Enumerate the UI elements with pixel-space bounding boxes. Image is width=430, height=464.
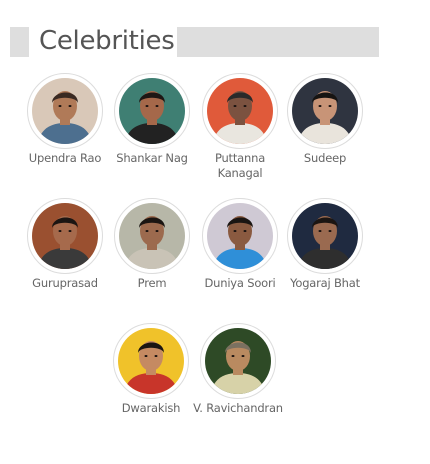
celebrity-photo[interactable] xyxy=(118,328,184,394)
celebrity-name[interactable]: Guruprasad xyxy=(20,276,110,291)
celebrity-card-dwarakish[interactable]: Dwarakish xyxy=(106,323,196,416)
celebrity-photo-ring[interactable] xyxy=(200,323,276,399)
celebrity-photo-ring[interactable] xyxy=(202,198,278,274)
celebrity-card-shankar-nag[interactable]: Shankar Nag xyxy=(107,73,197,166)
celebrity-card-yogaraj-bhat[interactable]: Yogaraj Bhat xyxy=(280,198,370,291)
celebrity-photo[interactable] xyxy=(207,78,273,144)
celebrity-name[interactable]: Dwarakish xyxy=(106,401,196,416)
celebrity-photo[interactable] xyxy=(119,78,185,144)
celebrity-photo-ring[interactable] xyxy=(113,323,189,399)
celebrity-name[interactable]: Puttanna Kanagal xyxy=(195,151,285,181)
celebrity-name[interactable]: Prem xyxy=(107,276,197,291)
celebrity-photo-ring[interactable] xyxy=(287,73,363,149)
celebrity-name[interactable]: Duniya Soori xyxy=(195,276,285,291)
celebrity-card-puttanna-kanagal[interactable]: Puttanna Kanagal xyxy=(195,73,285,181)
celebrity-photo-ring[interactable] xyxy=(27,198,103,274)
celebrity-name[interactable]: Shankar Nag xyxy=(107,151,197,166)
celebrity-photo[interactable] xyxy=(207,203,273,269)
celebrity-name[interactable]: Upendra Rao xyxy=(20,151,110,166)
celebrity-card-guruprasad[interactable]: Guruprasad xyxy=(20,198,110,291)
celebrity-name[interactable]: Yogaraj Bhat xyxy=(280,276,370,291)
celebrity-card-duniya-soori[interactable]: Duniya Soori xyxy=(195,198,285,291)
celebrity-card-prem[interactable]: Prem xyxy=(107,198,197,291)
celebrity-photo-ring[interactable] xyxy=(114,198,190,274)
celebrity-photo[interactable] xyxy=(32,203,98,269)
celebrity-photo-ring[interactable] xyxy=(27,73,103,149)
celebrity-name[interactable]: V. Ravichandran xyxy=(193,401,283,416)
section-title: Celebrities xyxy=(39,26,175,56)
celebrity-card-upendra-rao[interactable]: Upendra Rao xyxy=(20,73,110,166)
celebrity-photo-ring[interactable] xyxy=(202,73,278,149)
header-accent-bar-left xyxy=(10,27,29,57)
celebrity-photo[interactable] xyxy=(292,203,358,269)
celebrity-card-sudeep[interactable]: Sudeep xyxy=(280,73,370,166)
celebrities-section-header: Celebrities xyxy=(10,26,379,57)
celebrity-photo[interactable] xyxy=(205,328,271,394)
celebrity-photo-ring[interactable] xyxy=(287,198,363,274)
celebrity-photo[interactable] xyxy=(119,203,185,269)
header-accent-bar-right xyxy=(177,27,379,57)
celebrity-photo-ring[interactable] xyxy=(114,73,190,149)
celebrity-photo[interactable] xyxy=(292,78,358,144)
celebrity-photo[interactable] xyxy=(32,78,98,144)
celebrity-card-v-ravichandran[interactable]: V. Ravichandran xyxy=(193,323,283,416)
celebrity-name[interactable]: Sudeep xyxy=(280,151,370,166)
